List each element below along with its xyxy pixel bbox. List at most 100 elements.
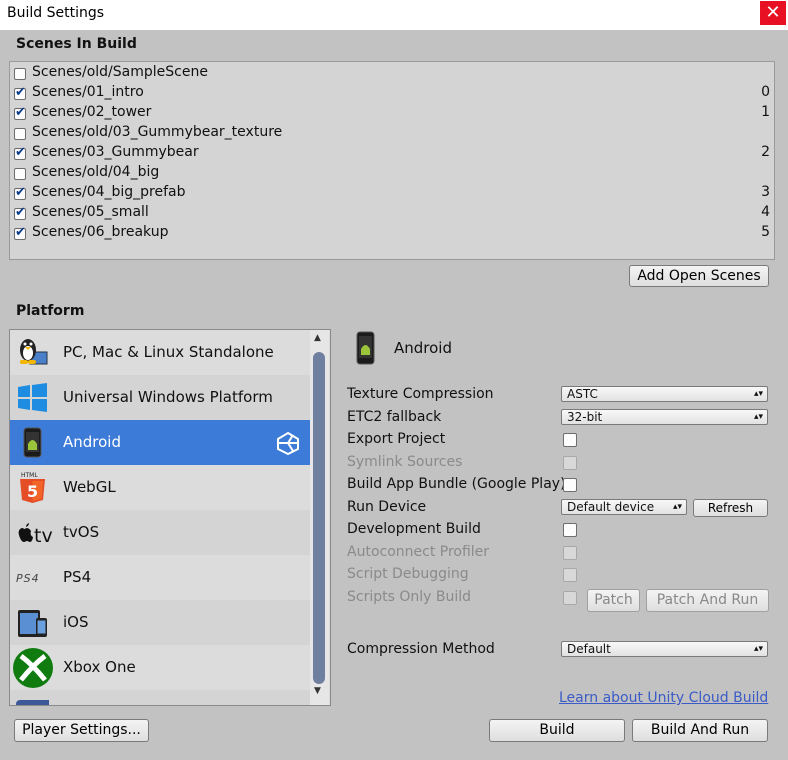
- etc2-fallback-value: 32-bit: [567, 410, 603, 424]
- etc2-fallback-dropdown[interactable]: 32-bit ▴▾: [561, 409, 768, 425]
- scene-index: 5: [761, 224, 770, 240]
- platform-item-uwp[interactable]: Universal Windows Platform: [10, 375, 310, 420]
- close-icon[interactable]: ✕: [760, 1, 786, 25]
- scene-checkbox[interactable]: [14, 68, 26, 80]
- compression-method-dropdown[interactable]: Default ▴▾: [561, 641, 768, 657]
- xbox-icon: [13, 648, 53, 688]
- apple-tv-icon: tv: [16, 516, 53, 549]
- scroll-thumb[interactable]: [313, 352, 325, 684]
- platform-item-android[interactable]: Android: [10, 420, 310, 465]
- scene-name: Scenes/old/03_Gummybear_texture: [32, 124, 283, 140]
- scene-index: 3: [761, 184, 770, 200]
- scripts-only-build-checkbox[interactable]: [563, 591, 577, 605]
- compression-method-label: Compression Method: [347, 641, 495, 657]
- scene-row[interactable]: Scenes/04_big_prefab 3: [10, 184, 774, 204]
- android-icon: [16, 426, 49, 459]
- scroll-down-icon[interactable]: ▼: [314, 686, 321, 696]
- facebook-icon: [16, 696, 54, 705]
- scenes-list[interactable]: Scenes/old/SampleScene Scenes/01_intro 0…: [9, 61, 775, 260]
- scene-checkbox[interactable]: [14, 105, 26, 120]
- symlink-sources-checkbox[interactable]: [563, 456, 577, 470]
- ios-icon: [16, 606, 49, 639]
- platform-label: PC, Mac & Linux Standalone: [63, 343, 274, 361]
- standalone-icon: [16, 336, 49, 369]
- refresh-button[interactable]: Refresh: [693, 499, 768, 517]
- scene-row[interactable]: Scenes/01_intro 0: [10, 84, 774, 104]
- cloud-build-link[interactable]: Learn about Unity Cloud Build: [559, 690, 768, 706]
- scene-row[interactable]: Scenes/06_breakup 5: [10, 224, 774, 244]
- platform-item-ps4[interactable]: PS4 PS4: [10, 555, 310, 600]
- add-open-scenes-button[interactable]: Add Open Scenes: [629, 265, 769, 287]
- export-project-checkbox[interactable]: [563, 433, 577, 447]
- platform-item-ios[interactable]: iOS: [10, 600, 310, 645]
- texture-compression-label: Texture Compression: [347, 386, 494, 402]
- build-button[interactable]: Build: [489, 719, 625, 742]
- development-build-checkbox[interactable]: [563, 523, 577, 537]
- scene-checkbox[interactable]: [14, 128, 26, 140]
- scene-name: Scenes/06_breakup: [32, 224, 169, 240]
- svg-text:5: 5: [27, 482, 38, 501]
- texture-compression-value: ASTC: [567, 387, 598, 401]
- script-debugging-checkbox[interactable]: [563, 568, 577, 582]
- scene-checkbox[interactable]: [14, 168, 26, 180]
- scene-row[interactable]: Scenes/old/03_Gummybear_texture: [10, 124, 774, 144]
- scene-checkbox[interactable]: [14, 225, 26, 240]
- run-device-dropdown[interactable]: Default device ▴▾: [561, 499, 687, 515]
- development-build-label: Development Build: [347, 521, 481, 537]
- build-app-bundle-checkbox[interactable]: [563, 478, 577, 492]
- platform-label: tvOS: [63, 523, 100, 541]
- platform-label: PS4: [63, 568, 92, 586]
- player-settings-button[interactable]: Player Settings...: [14, 719, 149, 742]
- scene-checkbox[interactable]: [14, 185, 26, 200]
- scene-checkbox[interactable]: [14, 205, 26, 220]
- platform-item-webgl[interactable]: HTML 5 WebGL: [10, 465, 310, 510]
- build-and-run-button[interactable]: Build And Run: [632, 719, 768, 742]
- scene-index: 2: [761, 144, 770, 160]
- export-project-label: Export Project: [347, 431, 446, 447]
- scene-row[interactable]: Scenes/05_small 4: [10, 204, 774, 224]
- ps4-icon: PS4: [16, 561, 49, 594]
- scene-row[interactable]: Scenes/02_tower 1: [10, 104, 774, 124]
- scene-name: Scenes/05_small: [32, 204, 149, 220]
- svg-text:tv: tv: [34, 525, 53, 547]
- etc2-fallback-label: ETC2 fallback: [347, 409, 442, 425]
- scene-name: Scenes/old/04_big: [32, 164, 160, 180]
- platform-label: iOS: [63, 613, 89, 631]
- autoconnect-profiler-label: Autoconnect Profiler: [347, 544, 490, 560]
- scene-row[interactable]: Scenes/old/SampleScene: [10, 64, 774, 84]
- platform-section-label: Platform: [16, 303, 85, 319]
- build-app-bundle-label: Build App Bundle (Google Play): [347, 476, 566, 492]
- platform-label: Android: [63, 433, 121, 451]
- html5-icon: HTML 5: [16, 471, 49, 504]
- windows-icon: [16, 381, 49, 414]
- platform-label: Xbox One: [63, 658, 136, 676]
- platform-item-standalone[interactable]: PC, Mac & Linux Standalone: [10, 330, 310, 375]
- scene-checkbox[interactable]: [14, 85, 26, 100]
- scene-checkbox[interactable]: [14, 145, 26, 160]
- window-title: Build Settings: [7, 5, 105, 21]
- patch-and-run-button[interactable]: Patch And Run: [646, 589, 769, 612]
- platform-item-xbox[interactable]: Xbox One: [10, 645, 310, 690]
- dropdown-arrow-icon: ▴▾: [753, 412, 763, 422]
- dropdown-arrow-icon: ▴▾: [672, 502, 682, 512]
- platform-label: WebGL: [63, 478, 116, 496]
- run-device-label: Run Device: [347, 499, 427, 515]
- run-device-value: Default device: [567, 500, 655, 514]
- scene-name: Scenes/03_Gummybear: [32, 144, 199, 160]
- patch-button[interactable]: Patch: [587, 589, 640, 612]
- scroll-up-icon[interactable]: ▲: [314, 333, 321, 343]
- scene-index: 1: [761, 104, 770, 120]
- autoconnect-profiler-checkbox[interactable]: [563, 546, 577, 560]
- svg-text:HTML: HTML: [21, 472, 38, 479]
- selected-platform-title: Android: [394, 339, 452, 357]
- texture-compression-dropdown[interactable]: ASTC ▴▾: [561, 386, 768, 402]
- script-debugging-label: Script Debugging: [347, 566, 469, 582]
- platform-label: Universal Windows Platform: [63, 388, 273, 406]
- platform-list[interactable]: PC, Mac & Linux Standalone Universal Win…: [9, 329, 331, 706]
- scene-row[interactable]: Scenes/03_Gummybear 2: [10, 144, 774, 164]
- platform-item-partial[interactable]: [10, 690, 310, 705]
- scene-name: Scenes/04_big_prefab: [32, 184, 186, 200]
- platform-scrollbar[interactable]: ▲ ▼: [310, 330, 329, 705]
- scene-row[interactable]: Scenes/old/04_big: [10, 164, 774, 184]
- platform-item-tvos[interactable]: tv tvOS: [10, 510, 310, 555]
